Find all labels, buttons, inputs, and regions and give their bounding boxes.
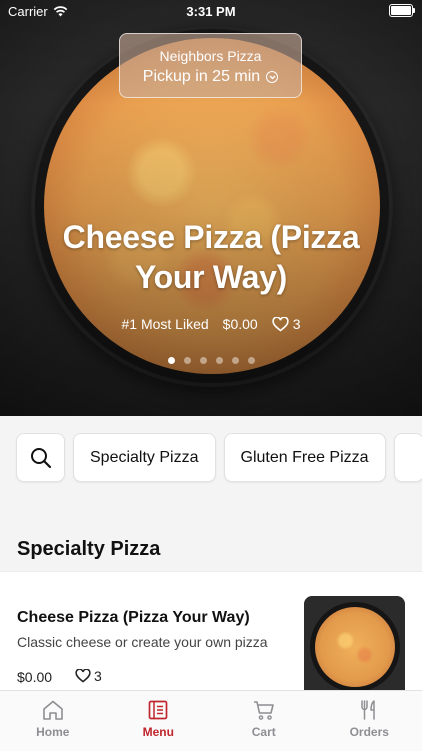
menu-icon [147,699,169,721]
home-icon [41,699,65,721]
tab-home-label: Home [36,725,69,739]
hero-title: Cheese Pizza (Pizza Your Way) [30,217,392,297]
item-name: Cheese Pizza (Pizza Your Way) [17,609,250,627]
battery-icon [389,4,413,17]
carousel-dot[interactable] [232,357,239,364]
chevron-down-icon [266,71,278,83]
tab-menu[interactable]: Menu [106,691,212,751]
pickup-time: Pickup in 25 min [143,68,260,86]
store-name: Neighbors Pizza [120,48,301,64]
carousel-dot[interactable] [248,357,255,364]
item-price: $0.00 [17,669,52,685]
section-title: Specialty Pizza [17,538,160,561]
store-selector-button[interactable]: Neighbors Pizza Pickup in 25 min [119,33,302,98]
status-bar: Carrier 3:31 PM [0,0,422,22]
tab-menu-label: Menu [143,725,174,739]
item-likes-count: 3 [94,668,102,684]
hero-banner[interactable]: Carrier 3:31 PM Neighbors Pizza Pickup i… [0,0,422,416]
cart-icon [252,699,276,721]
tab-cart[interactable]: Cart [211,691,317,751]
search-icon [30,447,52,469]
item-image [304,596,405,692]
heart-icon [272,317,289,332]
tab-cart-label: Cart [252,725,276,739]
chip-gluten-free-pizza[interactable]: Gluten Free Pizza [224,433,386,482]
item-description: Classic cheese or create your own pizza [17,634,268,650]
search-button[interactable] [16,433,65,482]
carousel-dot[interactable] [216,357,223,364]
hero-likes-count: 3 [293,316,301,332]
tab-orders[interactable]: Orders [317,691,422,751]
orders-icon [358,699,380,721]
hero-rank: #1 Most Liked [121,316,208,332]
tab-bar: Home Menu Cart Orders [0,690,422,751]
hero-meta: #1 Most Liked $0.00 3 [0,316,422,332]
hero-price: $0.00 [223,316,258,332]
status-time: 3:31 PM [0,4,422,19]
tab-orders-label: Orders [350,725,389,739]
chip-specialty-pizza[interactable]: Specialty Pizza [73,433,216,482]
carousel-dot[interactable] [184,357,191,364]
menu-item-card[interactable]: Cheese Pizza (Pizza Your Way) Classic ch… [0,571,422,692]
carousel-indicator[interactable] [0,357,422,364]
category-chips: Specialty Pizza Gluten Free Pizza [16,433,422,482]
carousel-dot[interactable] [200,357,207,364]
tab-home[interactable]: Home [0,691,106,751]
heart-icon [75,669,91,683]
chip-next-partial[interactable] [394,433,422,482]
carousel-dot[interactable] [168,357,175,364]
